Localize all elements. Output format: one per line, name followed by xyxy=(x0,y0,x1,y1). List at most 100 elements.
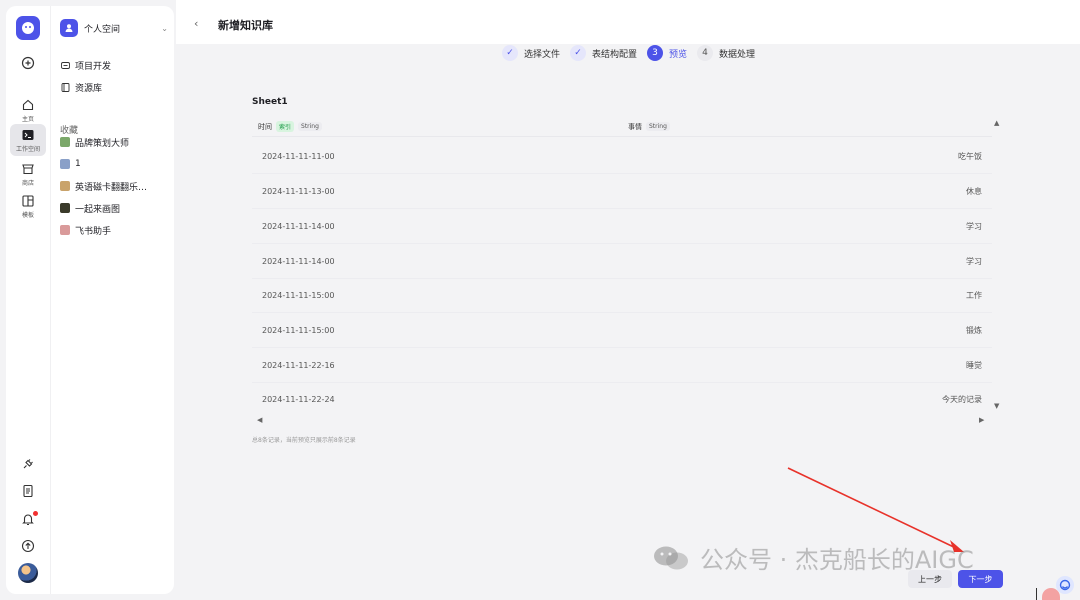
step-label: 数据处理 xyxy=(719,49,756,60)
table-row: 2024-11-11-15:00 锻炼 xyxy=(252,313,992,348)
document-icon xyxy=(23,484,33,498)
bot-avatar xyxy=(60,203,70,213)
step-preview[interactable]: 3 预览 xyxy=(647,45,687,61)
preview-table: 时间 索引 String 事情 String 2024-11-11-11-00 … xyxy=(252,117,1004,430)
table-row: 2024-11-11-15:00 工作 xyxy=(252,278,992,313)
page-title: 新增知识库 xyxy=(218,19,273,32)
next-step-button[interactable]: 下一步 xyxy=(958,570,1003,588)
column-name: 时间 xyxy=(258,122,272,131)
step-schema-config[interactable]: ✓ 表结构配置 xyxy=(570,45,637,61)
column-header-event: 事情 String xyxy=(628,122,670,132)
favorite-item[interactable]: 品牌策划大师 xyxy=(60,133,168,151)
favorite-item[interactable]: 1 xyxy=(60,155,168,173)
rail-item-label: 模板 xyxy=(21,212,34,219)
cell-time: 2024-11-11-14-00 xyxy=(262,256,335,266)
rail-item-templates[interactable]: 模板 xyxy=(6,190,50,222)
rail-item-store[interactable]: 商店 xyxy=(6,158,50,190)
step-number: 4 xyxy=(697,45,714,61)
step-data-processing[interactable]: 4 数据处理 xyxy=(697,45,755,61)
cell-event: 今天的记录 xyxy=(942,395,982,404)
vertical-scrollbar[interactable]: ▲ ▼ xyxy=(992,117,1004,413)
cell-event: 吃午饭 xyxy=(958,151,982,161)
cell-event: 锻炼 xyxy=(966,325,982,335)
left-rail: 主页 工作空间 商店 模板 xyxy=(6,6,50,594)
table-row: 2024-11-11-14-00 学习 xyxy=(252,244,992,279)
favorite-item[interactable]: 飞书助手 xyxy=(60,221,168,239)
back-chevron-icon[interactable]: ‹ xyxy=(194,17,198,30)
scroll-down-icon[interactable]: ▼ xyxy=(994,402,999,410)
user-avatar[interactable] xyxy=(18,563,38,583)
step-label: 预览 xyxy=(669,49,688,60)
cell-event: 工作 xyxy=(966,290,982,300)
cell-time: 2024-11-11-15:00 xyxy=(262,290,335,300)
notification-dot xyxy=(33,511,38,516)
horizontal-scrollbar[interactable]: ◀ ▶ xyxy=(252,413,992,427)
cell-time: 2024-11-11-13-00 xyxy=(262,186,335,196)
scroll-up-icon[interactable]: ▲ xyxy=(994,119,999,127)
notifications-button[interactable] xyxy=(6,511,50,526)
favorite-item[interactable]: 一起来画图 xyxy=(60,199,168,217)
sidebar-item-label: 项目开发 xyxy=(75,61,112,72)
table-row: 2024-11-11-22-16 睡觉 xyxy=(252,348,992,383)
scroll-left-icon[interactable]: ◀ xyxy=(257,416,262,424)
record-count-note: 总8条记录，当前预览只展示前8条记录 xyxy=(252,437,356,444)
column-name: 事情 xyxy=(628,122,642,131)
stepper: ✓ 选择文件 ✓ 表结构配置 3 预览 4 数据处理 xyxy=(502,44,765,62)
sidebar-item-projects[interactable]: 项目开发 xyxy=(60,56,168,74)
cell-event: 学习 xyxy=(966,256,982,266)
table-row: 2024-11-11-11-00 吃午饭 xyxy=(252,139,992,174)
table-row: 2024-11-11-13-00 休息 xyxy=(252,174,992,209)
favorite-item[interactable]: 英语磁卡翻翻乐… xyxy=(60,177,168,195)
table-header: 时间 索引 String 事情 String xyxy=(252,117,992,137)
cell-event: 睡觉 xyxy=(966,360,982,370)
table-row: 2024-11-11-14-00 学习 xyxy=(252,209,992,244)
step-number: 3 xyxy=(647,45,664,61)
workspace-user-icon xyxy=(60,19,78,37)
index-tag: 索引 xyxy=(276,121,295,132)
chevron-down-icon: ⌄ xyxy=(161,23,168,33)
sidebar-item-library[interactable]: 资源库 xyxy=(60,78,168,96)
cell-time: 2024-11-11-22-24 xyxy=(262,395,335,404)
create-button[interactable] xyxy=(6,56,50,70)
rail-item-workspace[interactable]: 工作空间 xyxy=(6,124,50,156)
workspace-name: 个人空间 xyxy=(84,24,121,35)
plugin-button[interactable] xyxy=(6,457,50,471)
scroll-right-icon[interactable]: ▶ xyxy=(979,416,984,424)
rail-item-label: 商店 xyxy=(21,180,34,187)
check-icon: ✓ xyxy=(502,45,518,61)
text-cursor xyxy=(1036,588,1037,600)
step-label: 表结构配置 xyxy=(592,49,638,60)
upgrade-button[interactable] xyxy=(6,539,50,553)
column-header-time: 时间 索引 String xyxy=(258,121,322,132)
docs-button[interactable] xyxy=(6,484,50,498)
check-icon: ✓ xyxy=(570,45,587,61)
previous-step-button[interactable]: 上一步 xyxy=(908,570,952,588)
library-icon xyxy=(60,82,70,92)
favorite-label: 飞书助手 xyxy=(75,226,112,237)
rail-item-label: 主页 xyxy=(21,116,34,123)
home-icon xyxy=(22,99,34,111)
favorite-label: 1 xyxy=(75,159,81,169)
arrow-up-circle-icon xyxy=(21,539,35,553)
cell-time: 2024-11-11-22-16 xyxy=(262,360,335,370)
cell-time: 2024-11-11-15:00 xyxy=(262,325,335,335)
assistant-icon[interactable] xyxy=(1056,576,1074,594)
sidebar-item-label: 资源库 xyxy=(75,83,103,94)
sheet-title: Sheet1 xyxy=(252,97,288,107)
rail-item-home[interactable]: 主页 xyxy=(6,94,50,126)
favorite-label: 一起来画图 xyxy=(75,204,121,215)
terminal-icon xyxy=(22,130,34,140)
table-row: 2024-11-11-22-24 今天的记录 xyxy=(252,382,992,417)
bot-avatar xyxy=(60,159,70,169)
store-icon xyxy=(22,164,34,175)
plus-circle-icon xyxy=(21,56,35,70)
step-select-file[interactable]: ✓ 选择文件 xyxy=(502,45,560,61)
step-label: 选择文件 xyxy=(524,49,561,60)
app-logo-icon[interactable] xyxy=(16,16,40,40)
project-icon xyxy=(60,60,70,70)
sidebar: 个人空间 ⌄ 项目开发 资源库 收藏 品牌策划大师 1 英语磁卡翻翻乐… 一起来… xyxy=(50,6,174,594)
cell-event: 休息 xyxy=(966,186,982,196)
workspace-switcher[interactable]: 个人空间 ⌄ xyxy=(60,18,168,38)
cell-event: 学习 xyxy=(966,221,982,231)
template-icon xyxy=(22,195,34,207)
